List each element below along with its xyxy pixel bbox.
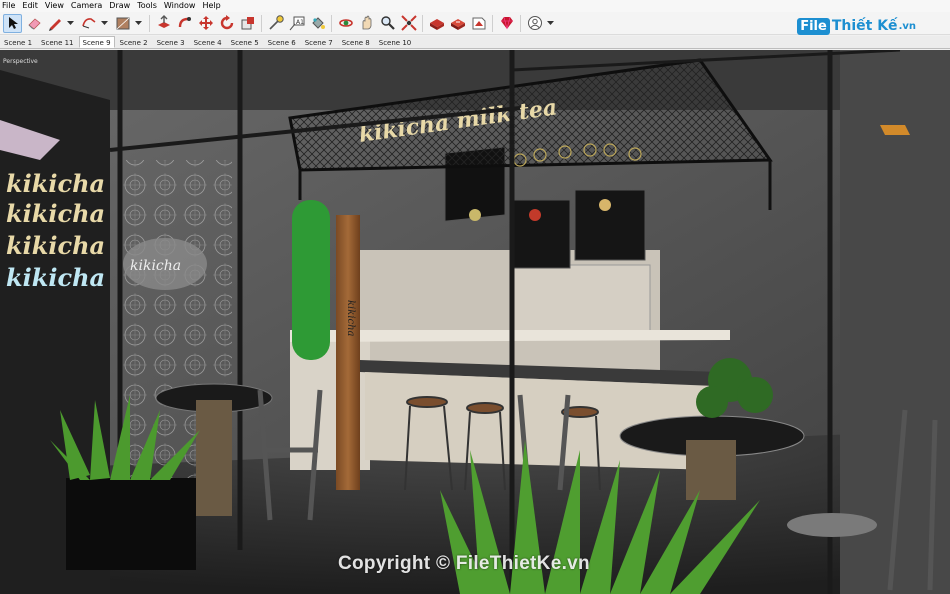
wall-lamp — [880, 125, 910, 135]
layout-icon[interactable] — [469, 14, 488, 33]
text-icon[interactable]: A1 — [287, 14, 306, 33]
shape-icon[interactable] — [79, 14, 98, 33]
menu-bar: File Edit View Camera Draw Tools Window Help — [0, 0, 950, 12]
brand-box: File — [797, 17, 830, 35]
wall-sign: kikicha kikicha kikicha kikicha — [6, 169, 105, 292]
svg-text:kikicha: kikicha — [6, 199, 105, 228]
brand-name: Thiết Kế — [831, 18, 898, 34]
push-pull-icon[interactable] — [154, 14, 173, 33]
svg-text:A1: A1 — [296, 19, 304, 26]
scene-tab-scene-5[interactable]: Scene 5 — [227, 36, 263, 48]
menu-item-tools[interactable]: Tools — [137, 0, 157, 12]
glass-decal-text: kikicha — [130, 258, 181, 274]
orbit-icon[interactable] — [336, 14, 355, 33]
toolbar-separator — [331, 14, 332, 32]
scene-tab-scene-11[interactable]: Scene 11 — [37, 36, 77, 48]
tape-measure-icon[interactable] — [266, 14, 285, 33]
menu-item-edit[interactable]: Edit — [22, 0, 38, 12]
toolbar-separator — [149, 14, 150, 32]
scene-tab-scene-10[interactable]: Scene 10 — [375, 36, 415, 48]
eraser-icon[interactable] — [24, 14, 43, 33]
scene-tab-scene-9[interactable]: Scene 9 — [78, 36, 115, 48]
scene-tab-scene-7[interactable]: Scene 7 — [301, 36, 337, 48]
warehouse-icon[interactable] — [427, 14, 446, 33]
svg-text:kikicha: kikicha — [6, 263, 105, 292]
scene-tab-scene-6[interactable]: Scene 6 — [264, 36, 300, 48]
svg-text:kikicha: kikicha — [6, 231, 105, 260]
pan-icon[interactable] — [357, 14, 376, 33]
move-icon[interactable] — [196, 14, 215, 33]
pencil-icon[interactable] — [45, 14, 64, 33]
account-icon[interactable] — [525, 14, 544, 33]
scene-tab-scene-1[interactable]: Scene 1 — [0, 36, 36, 48]
follow-me-icon[interactable] — [175, 14, 194, 33]
menu-item-draw[interactable]: Draw — [109, 0, 130, 12]
svg-text:kikicha: kikicha — [6, 169, 105, 198]
toolbar-separator — [520, 14, 521, 32]
toolbar-separator — [422, 14, 423, 32]
paint-bucket-icon[interactable] — [308, 14, 327, 33]
scene-tabs: Scene 1 Scene 11 Scene 9 Scene 2 Scene 3 Scen… — [0, 36, 950, 49]
menu-board-2 — [509, 199, 571, 269]
watermark: Copyright © FileThietKe.vn — [338, 553, 590, 574]
chair-seat — [787, 513, 877, 537]
menu-item-help[interactable]: Help — [202, 0, 220, 12]
chevron-down-icon[interactable] — [134, 14, 143, 33]
brand-suffix: .vn — [898, 20, 916, 32]
scene-tab-scene-3[interactable]: Scene 3 — [153, 36, 189, 48]
door-text: kikicha — [345, 300, 356, 337]
shelf-unit — [509, 264, 651, 336]
scene-tab-scene-4[interactable]: Scene 4 — [190, 36, 226, 48]
ruby-icon[interactable] — [497, 14, 516, 33]
scene-tab-scene-2[interactable]: Scene 2 — [116, 36, 152, 48]
scene-tab-scene-8[interactable]: Scene 8 — [338, 36, 374, 48]
camera-label: Perspective — [3, 58, 38, 65]
menu-item-file[interactable]: File — [2, 0, 15, 12]
brand-logo: File Thiết Kế .vn — [797, 15, 916, 37]
chevron-down-icon[interactable] — [66, 14, 75, 33]
zoom-icon[interactable] — [378, 14, 397, 33]
scene-render: kikicha milk tea kikicha kikicha kikicha… — [0, 50, 950, 594]
rectangle-icon[interactable] — [113, 14, 132, 33]
3d-viewport[interactable]: kikicha milk tea kikicha kikicha kikicha… — [0, 50, 950, 594]
scale-icon[interactable] — [238, 14, 257, 33]
menu-item-camera[interactable]: Camera — [71, 0, 102, 12]
toolbar-separator — [261, 14, 262, 32]
toolbar-separator — [492, 14, 493, 32]
green-plant-panel — [292, 200, 330, 360]
planter-left — [66, 478, 196, 570]
select-icon[interactable] — [3, 13, 22, 33]
chevron-down-icon[interactable] — [546, 14, 555, 33]
chevron-down-icon[interactable] — [100, 14, 109, 33]
menu-item-view[interactable]: View — [45, 0, 64, 12]
zoom-extents-icon[interactable] — [399, 14, 418, 33]
menu-board-3 — [574, 189, 646, 261]
rotate-icon[interactable] — [217, 14, 236, 33]
menu-item-window[interactable]: Window — [164, 0, 196, 12]
extension-warehouse-icon[interactable] — [448, 14, 467, 33]
door-handle — [336, 215, 360, 490]
